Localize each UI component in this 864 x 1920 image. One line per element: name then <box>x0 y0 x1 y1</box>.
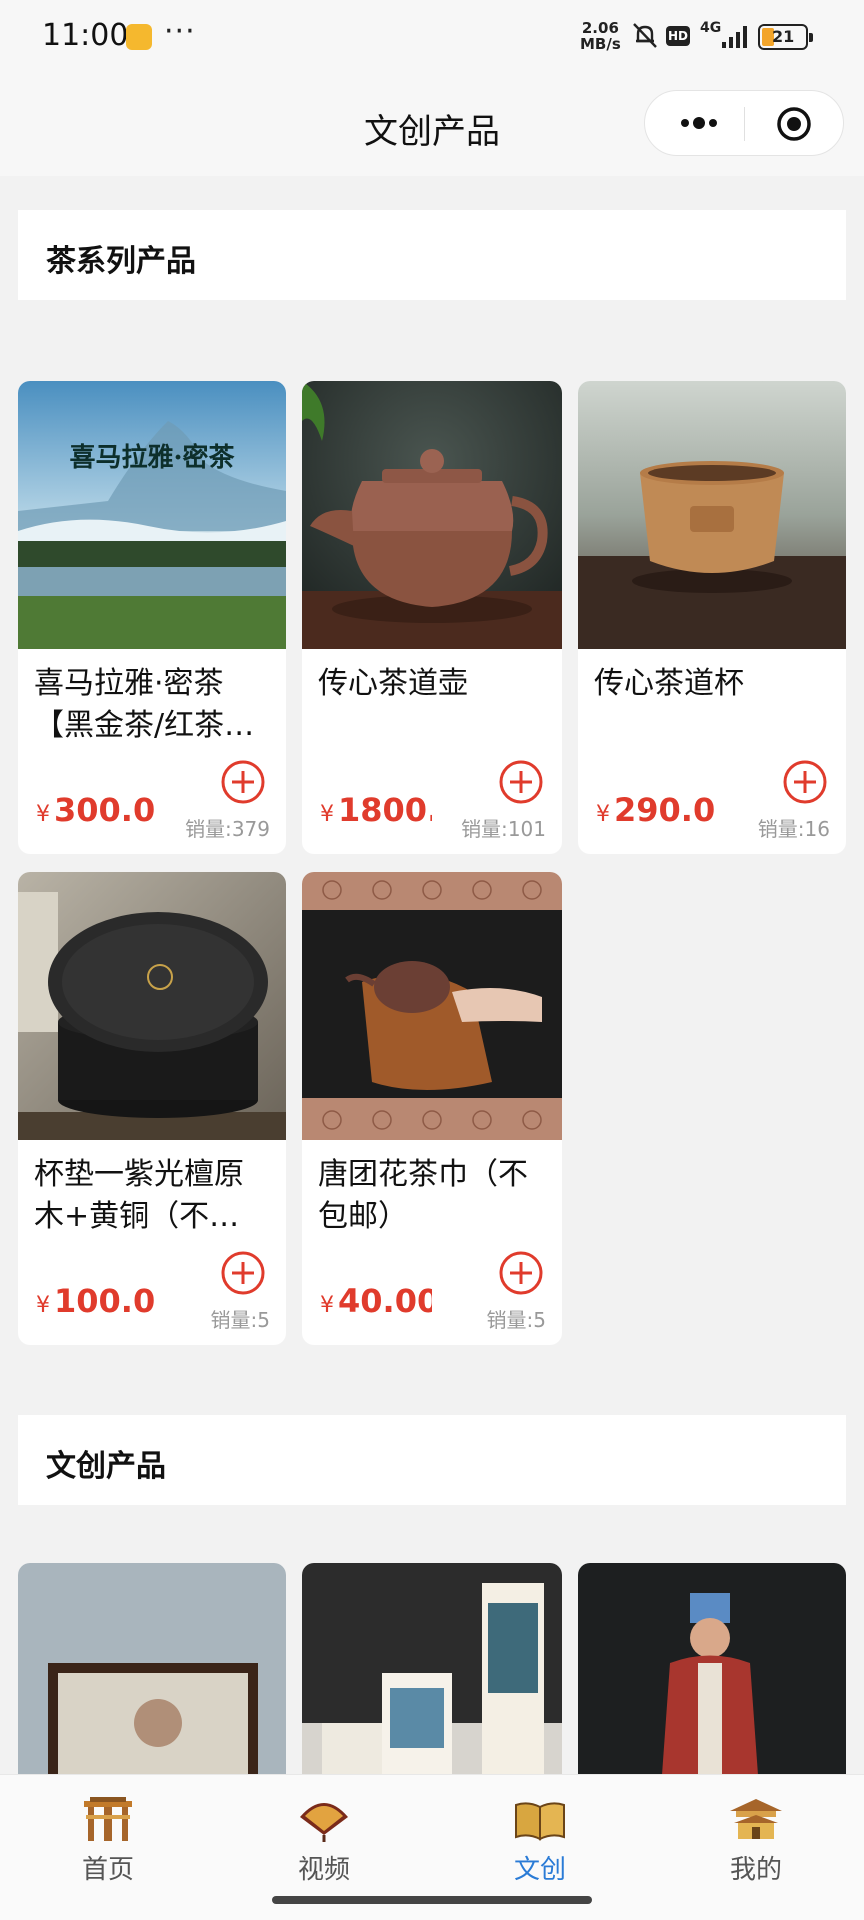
status-more-dots: ··· <box>164 14 196 49</box>
product-image-tea-towel <box>302 872 562 1140</box>
fan-icon <box>300 1803 348 1842</box>
tab-label: 文创 <box>513 1855 566 1885</box>
product-card[interactable]: 喜马拉雅·密茶 喜马拉雅·密茶【黑金茶/红茶… ¥300.0 销量:379 <box>18 381 286 854</box>
product-price: ¥100.0 <box>36 1282 156 1320</box>
network-speed: 2.06 MB/s <box>580 20 621 52</box>
capsule-divider <box>744 107 745 141</box>
add-to-cart-icon[interactable] <box>220 1250 266 1296</box>
miniprogram-capsule <box>644 90 844 156</box>
sales-count: 销量:5 <box>210 1308 270 1332</box>
add-to-cart-icon[interactable] <box>782 759 828 805</box>
tab-cultural[interactable]: 文创 <box>470 1795 610 1905</box>
tab-label: 首页 <box>81 1855 134 1885</box>
product-name[interactable]: 传心茶道壶 <box>318 663 548 705</box>
product-card[interactable] <box>578 1563 846 1803</box>
sales-count: 销量:5 <box>486 1308 546 1332</box>
product-image-wood-coasters <box>18 872 286 1140</box>
battery-level: 21 <box>772 27 795 46</box>
section-header-tea: 茶系列产品 <box>18 210 846 300</box>
product-card[interactable] <box>302 1563 562 1803</box>
tab-label: 视频 <box>297 1855 350 1885</box>
network-speed-unit: MB/s <box>580 35 621 53</box>
network-speed-value: 2.06 <box>581 19 619 37</box>
mute-bell-icon <box>633 23 657 48</box>
archway-icon <box>84 1797 132 1841</box>
product-image-himalaya-landscape: 喜马拉雅·密茶 <box>18 381 286 649</box>
product-price: ¥300.0 <box>36 791 156 829</box>
product-image-figurine <box>578 1563 846 1803</box>
product-name[interactable]: 杯垫一紫光檀原木+黄铜（不… <box>34 1154 272 1238</box>
product-card[interactable]: 杯垫一紫光檀原木+黄铜（不… ¥100.0 销量:5 <box>18 872 286 1345</box>
himalaya-banner-text: 喜马拉雅·密茶 <box>69 442 235 473</box>
home-indicator[interactable] <box>272 1896 592 1904</box>
status-time: 11:00 <box>42 18 129 53</box>
sales-count: 销量:101 <box>461 817 546 841</box>
hd-icon: HD <box>666 26 690 46</box>
product-image-paper-lanterns <box>302 1563 562 1803</box>
battery-icon: 21 <box>758 24 813 50</box>
palace-icon <box>730 1799 782 1839</box>
section-title: 茶系列产品 <box>46 244 196 279</box>
product-card[interactable]: 传心茶道壶 ¥1800. 销量:101 <box>302 381 562 854</box>
product-card[interactable]: 传心茶道杯 ¥290.0 销量:16 <box>578 381 846 854</box>
sales-count: 销量:379 <box>185 817 270 841</box>
book-icon <box>515 1802 565 1841</box>
product-card[interactable]: 唐团花茶巾（不包邮） ¥40.00 销量:5 <box>302 872 562 1345</box>
tab-mine[interactable]: 我的 <box>686 1795 826 1905</box>
product-card[interactable] <box>18 1563 286 1803</box>
signal-icon <box>722 26 747 48</box>
product-price: ¥1800. <box>320 791 432 829</box>
product-name[interactable]: 唐团花茶巾（不包邮） <box>318 1154 548 1238</box>
add-to-cart-icon[interactable] <box>498 759 544 805</box>
tab-label: 我的 <box>729 1855 782 1885</box>
close-miniprogram-icon[interactable] <box>775 105 813 143</box>
more-options-icon[interactable] <box>671 105 727 141</box>
add-to-cart-icon[interactable] <box>220 759 266 805</box>
section-title: 文创产品 <box>46 1449 166 1484</box>
product-image-clay-teapot <box>302 381 562 649</box>
sales-count: 销量:16 <box>757 817 830 841</box>
section-header-cultural: 文创产品 <box>18 1415 846 1505</box>
product-price: ¥290.0 <box>596 791 716 829</box>
product-name[interactable]: 喜马拉雅·密茶【黑金茶/红茶… <box>34 663 272 747</box>
notification-app-icon <box>126 24 152 50</box>
product-name[interactable]: 传心茶道杯 <box>594 663 832 705</box>
product-image-clay-cup <box>578 381 846 649</box>
product-image-framed-portrait <box>18 1563 286 1803</box>
network-type: 4G <box>700 20 722 36</box>
tab-home[interactable]: 首页 <box>38 1795 178 1905</box>
tab-video[interactable]: 视频 <box>254 1795 394 1905</box>
add-to-cart-icon[interactable] <box>498 1250 544 1296</box>
product-price: ¥40.00 <box>320 1282 432 1320</box>
status-bar: 11:00 ··· 2.06 MB/s HD 4G 21 <box>0 0 864 72</box>
nav-bar: 文创产品 <box>0 72 864 176</box>
